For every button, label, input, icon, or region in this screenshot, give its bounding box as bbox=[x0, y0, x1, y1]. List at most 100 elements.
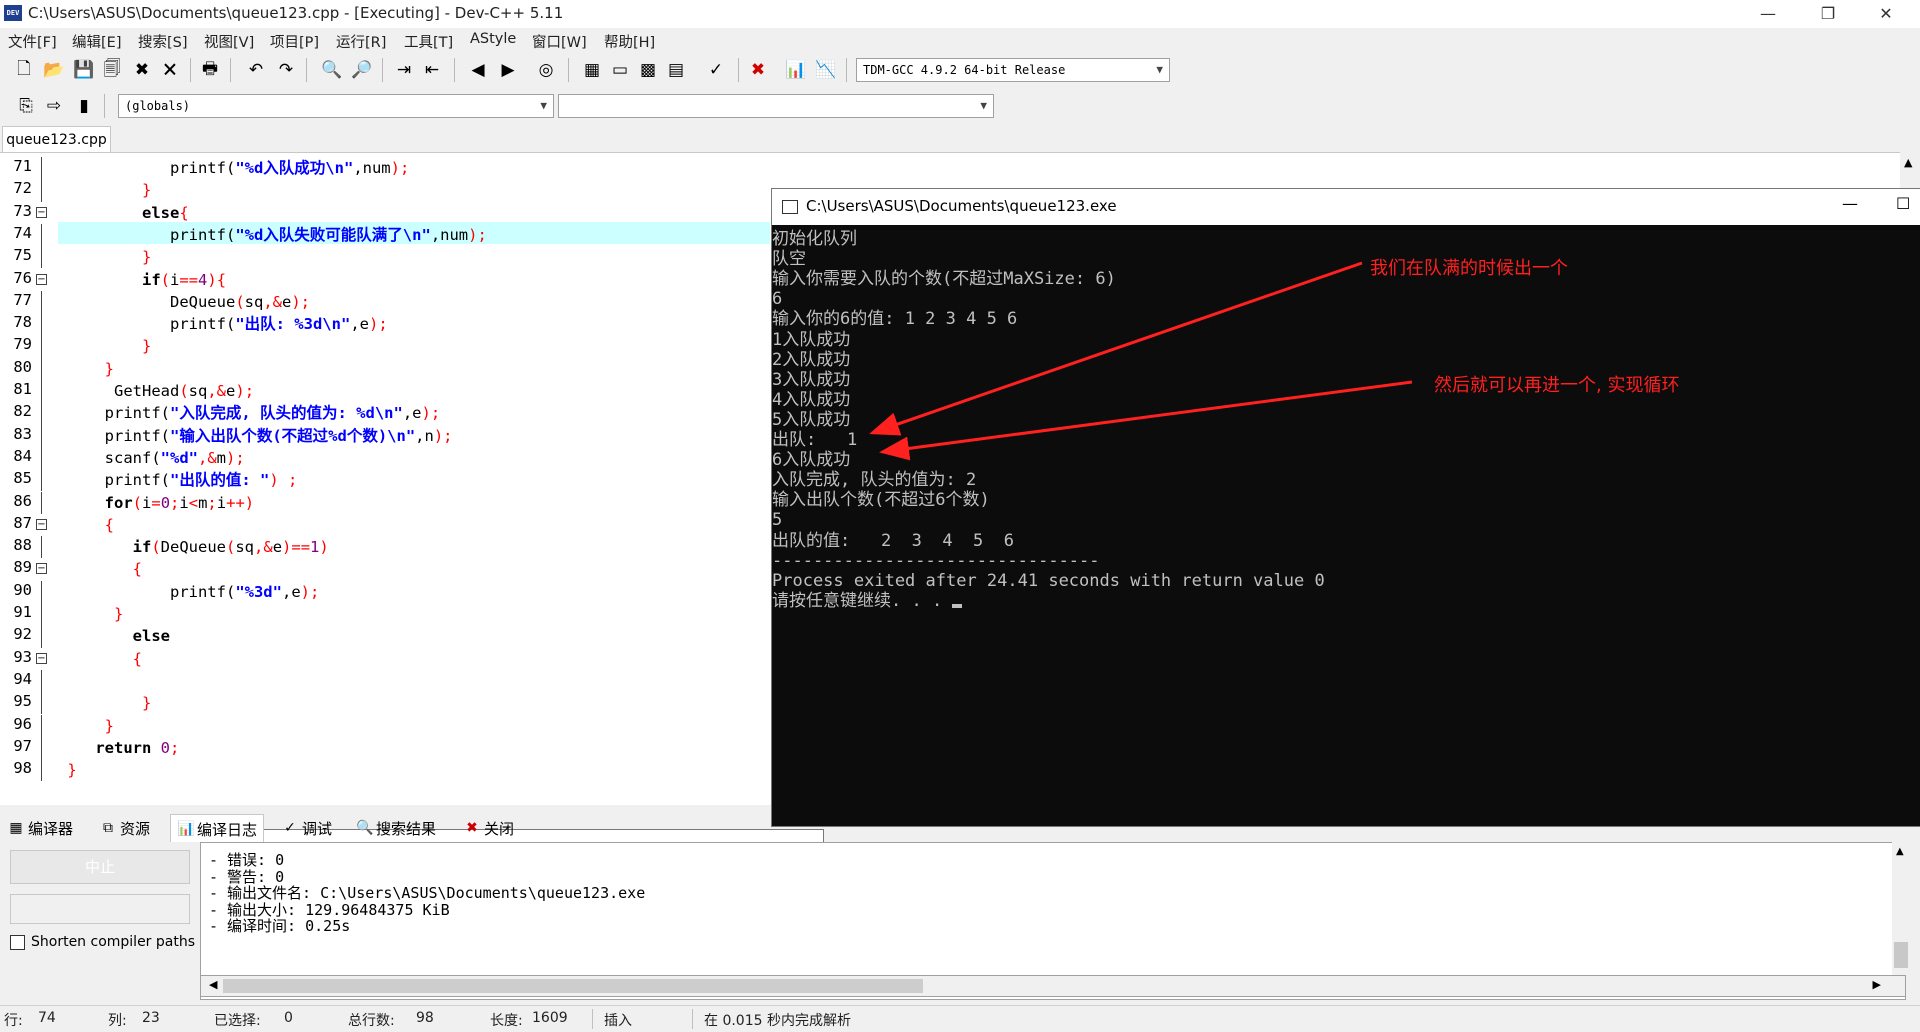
chevron-down-icon: ▼ bbox=[1156, 63, 1163, 76]
close-file-icon[interactable]: ✖ bbox=[130, 58, 154, 82]
tab-close[interactable]: ✖ 关闭 bbox=[464, 817, 514, 839]
code-line[interactable]: { bbox=[58, 514, 114, 536]
goto-back-icon[interactable]: ◀ bbox=[466, 58, 490, 82]
code-line[interactable]: printf("%d入队失败可能队满了\n",num); bbox=[58, 224, 487, 246]
log-vertical-scrollbar[interactable]: ▲ bbox=[1892, 842, 1912, 975]
tab-debug[interactable]: ✓ 调试 bbox=[282, 817, 332, 839]
menu-edit[interactable]: 编辑[E] bbox=[72, 31, 121, 52]
code-line[interactable]: printf("出队的值: ") ; bbox=[58, 469, 298, 491]
code-line[interactable]: printf("入队完成, 队头的值为: %d\n",e); bbox=[58, 402, 441, 424]
code-line[interactable]: } bbox=[58, 179, 151, 201]
code-token: ,e bbox=[281, 582, 301, 601]
fold-toggle-icon[interactable]: − bbox=[36, 518, 47, 530]
code-line[interactable]: if(DeQueue(sq,&e)==1) bbox=[58, 536, 329, 558]
code-line[interactable]: } bbox=[58, 603, 123, 625]
devcpp-app-icon[interactable]: DEV bbox=[4, 5, 22, 21]
unindent-icon[interactable]: ⇤ bbox=[420, 58, 444, 82]
tab-resources[interactable]: ⧉ 资源 bbox=[100, 817, 150, 839]
code-line[interactable]: { bbox=[58, 558, 142, 580]
code-line[interactable]: DeQueue(sq,&e); bbox=[58, 291, 310, 313]
profile-icon[interactable]: 📊 bbox=[784, 58, 808, 82]
menu-help[interactable]: 帮助[H] bbox=[604, 31, 655, 52]
replace-icon[interactable]: 🔎 bbox=[350, 58, 374, 82]
scroll-up-arrow-icon[interactable]: ▲ bbox=[1896, 846, 1904, 857]
minimize-button[interactable]: — bbox=[1740, 0, 1796, 28]
line-number: 85 bbox=[13, 469, 32, 488]
menu-astyle[interactable]: AStyle bbox=[470, 31, 516, 47]
code-line[interactable]: else bbox=[58, 625, 170, 647]
code-line[interactable]: } bbox=[58, 358, 114, 380]
close-button[interactable]: ✕ bbox=[1858, 0, 1914, 28]
code-line[interactable]: } bbox=[58, 692, 151, 714]
code-line[interactable]: else{ bbox=[58, 202, 189, 224]
shorten-paths-label: Shorten compiler paths bbox=[31, 934, 196, 950]
save-icon[interactable]: 💾 bbox=[72, 58, 96, 82]
shorten-paths-option[interactable]: Shorten compiler paths bbox=[10, 934, 195, 950]
code-line[interactable]: return 0; bbox=[58, 737, 179, 759]
close-all-icon[interactable]: 🗙 bbox=[158, 58, 182, 82]
indent-icon[interactable]: ⇥ bbox=[392, 58, 416, 82]
menu-run[interactable]: 运行[R] bbox=[336, 31, 386, 52]
delete-profile-icon[interactable]: 📉 bbox=[814, 58, 838, 82]
rebuild-icon[interactable]: ▤ bbox=[664, 58, 688, 82]
menu-search[interactable]: 搜索[S] bbox=[138, 31, 188, 52]
goto-icon[interactable]: ⇨ bbox=[42, 94, 66, 118]
toggle-panel-icon[interactable]: ▮ bbox=[72, 94, 96, 118]
scroll-right-arrow-icon[interactable]: ▶ bbox=[1873, 978, 1881, 991]
code-line[interactable]: } bbox=[58, 335, 151, 357]
code-line[interactable]: if(i==4){ bbox=[58, 269, 226, 291]
log-scroll-thumb[interactable] bbox=[1894, 942, 1908, 968]
toggle-bookmark-icon[interactable]: ◎ bbox=[534, 58, 558, 82]
scroll-up-arrow-icon[interactable]: ▲ bbox=[1904, 156, 1912, 169]
member-select[interactable]: ▼ bbox=[558, 94, 994, 118]
scope-select[interactable]: (globals) ▼ bbox=[118, 94, 554, 118]
shorten-paths-checkbox[interactable] bbox=[10, 934, 25, 950]
fold-toggle-icon[interactable]: − bbox=[36, 273, 47, 285]
code-line[interactable]: } bbox=[58, 759, 76, 781]
tab-queue123-cpp[interactable]: queue123.cpp bbox=[2, 126, 111, 153]
code-line[interactable]: printf("出队: %3d\n",e); bbox=[58, 313, 388, 335]
code-line[interactable]: } bbox=[58, 715, 114, 737]
log-horizontal-scrollbar[interactable]: ◀ ▶ bbox=[200, 975, 1906, 997]
goto-forward-icon[interactable]: ▶ bbox=[496, 58, 520, 82]
tab-compiler[interactable]: ▦ 编译器 bbox=[8, 817, 73, 839]
undo-icon[interactable]: ↶ bbox=[244, 58, 268, 82]
insert-icon[interactable]: ⎘ bbox=[14, 94, 38, 118]
find-icon[interactable]: 🔍 bbox=[320, 58, 344, 82]
stop-execution-icon[interactable]: ✖ bbox=[746, 58, 770, 82]
log-hscroll-thumb[interactable] bbox=[223, 979, 923, 993]
print-icon[interactable]: 🖶 bbox=[198, 58, 222, 82]
run-icon[interactable]: ▭ bbox=[608, 58, 632, 82]
code-line[interactable]: printf("输入出队个数(不超过%d个数)\n",n); bbox=[58, 425, 453, 447]
restore-button[interactable]: ❐ bbox=[1800, 0, 1856, 28]
scroll-left-arrow-icon[interactable]: ◀ bbox=[209, 978, 217, 991]
console-window[interactable]: C:\Users\ASUS\Documents\queue123.exe — ☐… bbox=[771, 188, 1920, 827]
compiler-select[interactable]: TDM-GCC 4.9.2 64-bit Release ▼ bbox=[856, 58, 1170, 82]
code-line[interactable]: scanf("%d",&m); bbox=[58, 447, 245, 469]
abort-compilation-button[interactable]: 中止 bbox=[10, 850, 190, 884]
menu-window[interactable]: 窗口[W] bbox=[532, 31, 587, 52]
syntax-check-icon[interactable]: ✓ bbox=[704, 58, 728, 82]
menu-tools[interactable]: 工具[T] bbox=[404, 31, 453, 52]
tab-search-results[interactable]: 🔍 搜索结果 bbox=[356, 817, 436, 839]
redo-icon[interactable]: ↷ bbox=[274, 58, 298, 82]
save-all-icon[interactable]: 🗐 bbox=[100, 58, 124, 82]
fold-toggle-icon[interactable]: − bbox=[36, 206, 47, 218]
code-line[interactable]: { bbox=[58, 648, 142, 670]
open-file-icon[interactable]: 📂 bbox=[42, 58, 66, 82]
code-line[interactable]: } bbox=[58, 246, 151, 268]
menu-file[interactable]: 文件[F] bbox=[8, 31, 57, 52]
code-line[interactable]: GetHead(sq,&e); bbox=[58, 380, 254, 402]
code-line[interactable]: printf("%d入队成功\n",num); bbox=[58, 157, 409, 179]
tab-compile-log[interactable]: 📊 编译日志 bbox=[170, 814, 265, 843]
menu-view[interactable]: 视图[V] bbox=[204, 31, 254, 52]
arrow-to-enqueue-line bbox=[879, 380, 1413, 461]
compile-run-icon[interactable]: ▩ bbox=[636, 58, 660, 82]
code-line[interactable]: for(i=0;i<m;i++) bbox=[58, 492, 254, 514]
new-file-icon[interactable]: 🗋 bbox=[12, 58, 36, 82]
fold-toggle-icon[interactable]: − bbox=[36, 652, 47, 664]
menu-project[interactable]: 项目[P] bbox=[270, 31, 319, 52]
fold-toggle-icon[interactable]: − bbox=[36, 563, 47, 575]
compile-icon[interactable]: ▦ bbox=[580, 58, 604, 82]
code-line[interactable]: printf("%3d",e); bbox=[58, 581, 319, 603]
